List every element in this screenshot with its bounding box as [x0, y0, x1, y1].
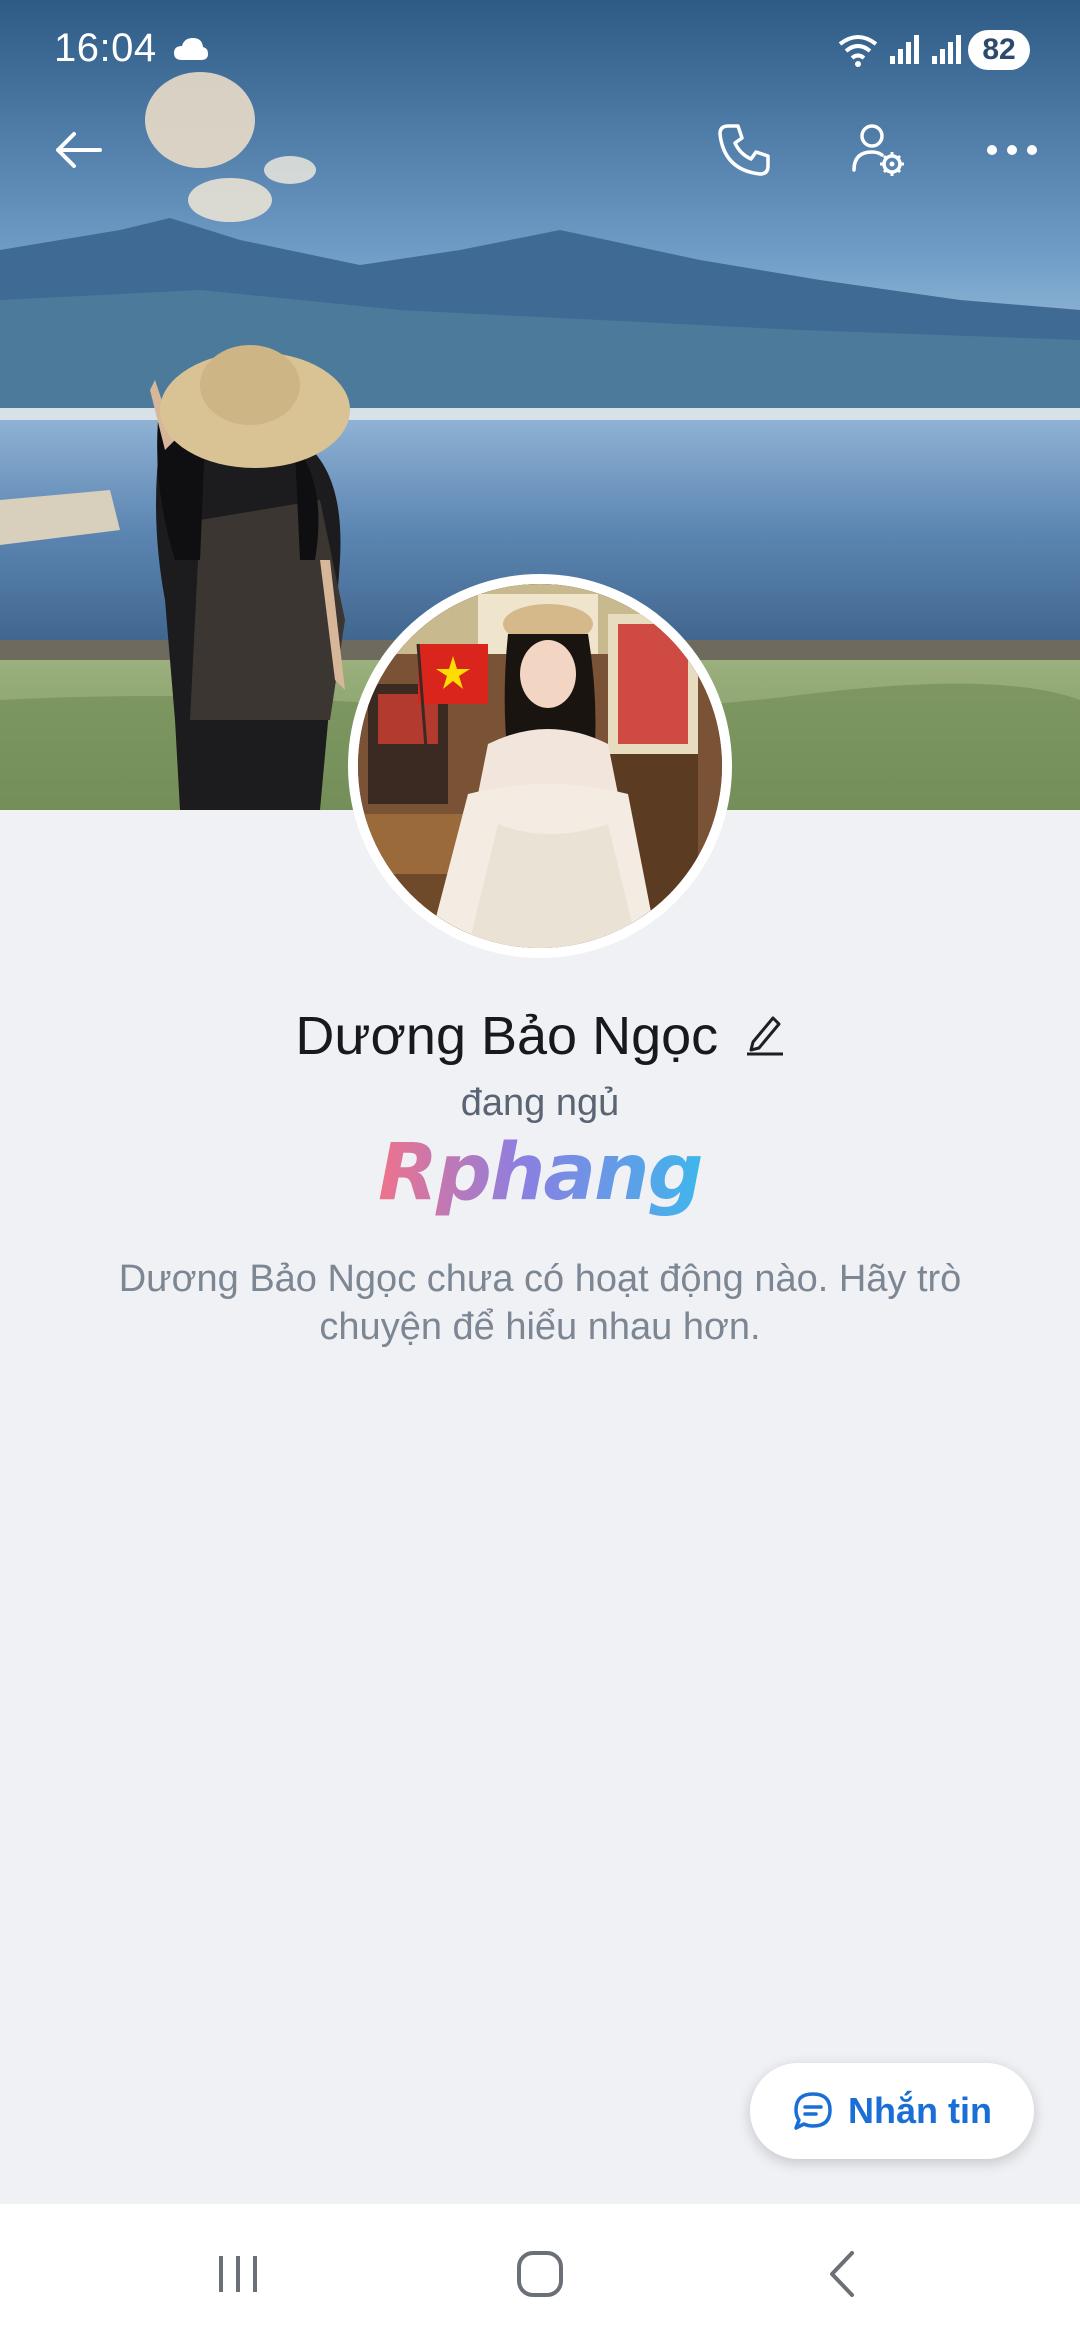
system-navigation-bar — [0, 2204, 1080, 2340]
recents-icon — [219, 2256, 257, 2292]
activity-status: đang ngủ — [460, 1082, 620, 1124]
status-bar: 16:04 82 — [0, 0, 1080, 100]
profile-name-row: Dương Bảo Ngọc — [0, 1005, 1080, 1067]
more-options-button[interactable] — [972, 110, 1052, 190]
cloud-icon — [172, 36, 210, 67]
pencil-icon — [746, 1016, 783, 1055]
system-back-button[interactable] — [802, 2234, 882, 2314]
profile-settings-button[interactable] — [838, 110, 918, 190]
signal-icon — [930, 34, 962, 71]
empty-activity-message: Dương Bảo Ngọc chưa có hoạt động nào. Hã… — [118, 1258, 962, 1348]
message-button-label: Nhắn tin — [848, 2090, 992, 2131]
phone-icon — [718, 124, 770, 176]
arrow-left-icon — [56, 132, 102, 168]
call-button[interactable] — [704, 110, 784, 190]
home-button[interactable] — [500, 2234, 580, 2314]
home-icon — [517, 2251, 563, 2297]
profile-name: Dương Bảo Ngọc — [295, 1006, 719, 1066]
watermark-text: Rphang — [378, 1128, 703, 1218]
chevron-left-icon — [830, 2251, 854, 2297]
top-navigation — [0, 110, 1080, 190]
watermark-logo: Rphang — [378, 1128, 703, 1218]
chat-bubble-icon — [794, 2092, 832, 2130]
battery-indicator: 82 — [968, 30, 1030, 70]
wifi-icon — [836, 32, 880, 73]
status-time: 16:04 — [54, 26, 157, 70]
back-button[interactable] — [38, 110, 118, 190]
signal-icon — [888, 34, 920, 71]
more-dots-icon — [987, 145, 1037, 155]
edit-name-button[interactable] — [745, 1012, 785, 1061]
avatar[interactable] — [348, 574, 732, 958]
recents-button[interactable] — [198, 2234, 278, 2314]
message-button[interactable]: Nhắn tin — [750, 2063, 1034, 2159]
user-gear-icon — [852, 124, 904, 176]
